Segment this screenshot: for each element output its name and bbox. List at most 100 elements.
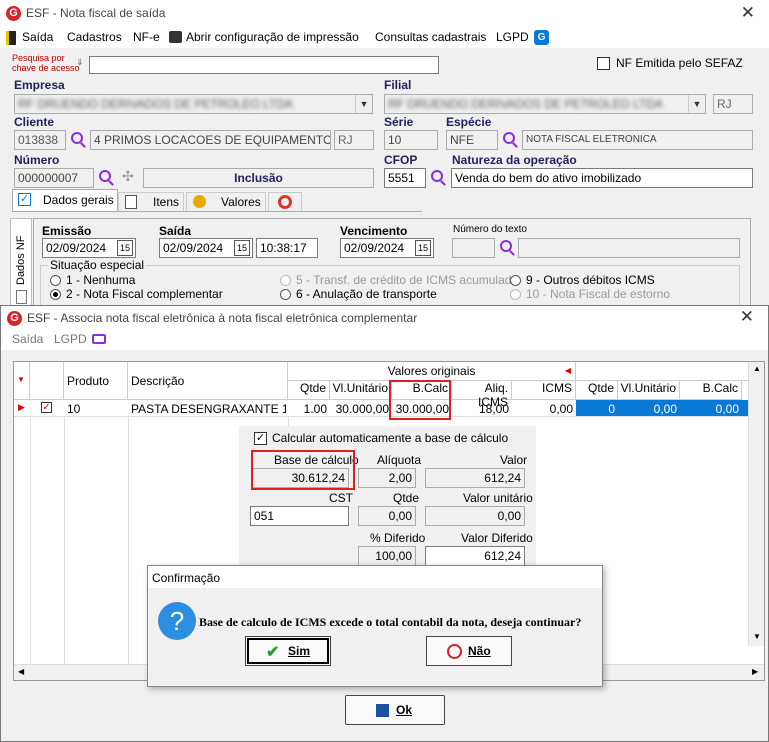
grid-vertical-scrollbar[interactable]: ▲ ▼ — [748, 362, 764, 646]
col-qtde-label: Qtde — [299, 381, 326, 395]
calc-auto-checkbox[interactable]: ✓ — [254, 432, 267, 445]
especie-desc-field: NOTA FISCAL ELETRONICA — [522, 130, 753, 150]
tab-itens[interactable]: Itens — [118, 192, 184, 212]
col-bcalc-2[interactable]: B.Calc — [680, 381, 742, 400]
tab-dados-gerais[interactable]: ✓ Dados gerais — [12, 189, 118, 212]
col-vl-unitario[interactable]: Vl.Unitário — [330, 381, 392, 400]
nf-emitida-checkbox[interactable] — [597, 57, 610, 70]
chevron-down-icon[interactable]: ▼ — [355, 95, 372, 113]
assoc-menu-lgpd[interactable]: LGPD — [54, 332, 87, 346]
close-icon[interactable]: ✕ — [740, 307, 754, 327]
search-chave-input[interactable] — [89, 56, 439, 74]
row-produto: 10 — [67, 402, 81, 416]
scroll-right-icon[interactable]: ▶ — [752, 667, 758, 676]
row-qtde-2[interactable]: 0 — [576, 402, 615, 416]
col-qtde[interactable]: Qtde — [288, 381, 330, 400]
sort-left-icon: ◀ — [564, 366, 571, 375]
situacao-opt-5: 5 - Transf. de crédito de ICMS acumulado — [296, 273, 519, 287]
situacao-radio-2[interactable] — [50, 289, 61, 300]
especie-search-icon[interactable] — [503, 132, 515, 144]
situacao-radio-6[interactable] — [280, 289, 291, 300]
tab-bar-line — [12, 211, 422, 212]
situacao-radio-1[interactable] — [50, 275, 61, 286]
col-vl-unitario-label: Vl.Unitário — [332, 381, 388, 395]
situacao-radio-10[interactable] — [510, 289, 521, 300]
col-vl-unitario-2[interactable]: Vl.Unitário — [618, 381, 680, 400]
close-icon[interactable]: ✕ — [741, 3, 755, 23]
search-label-1: Pesquisa por — [12, 53, 65, 63]
row-selected-area[interactable]: 0 0,00 0,00 — [576, 400, 764, 416]
tab-extra[interactable] — [268, 192, 302, 212]
col-icms[interactable]: ICMS — [512, 381, 576, 400]
vencimento-calendar-icon[interactable]: 15 — [415, 240, 431, 256]
menu-cadastros[interactable]: Cadastros — [67, 30, 122, 44]
cst-field[interactable]: 051 — [250, 506, 349, 526]
numero-field[interactable]: 000000007 — [14, 168, 94, 188]
menu-consultas-cadastrais[interactable]: Consultas cadastrais — [375, 30, 486, 44]
valor-unit-field[interactable]: 0,00 — [425, 506, 525, 526]
highlight-base-calc — [251, 450, 355, 490]
aliquota-field[interactable]: 2,00 — [358, 468, 416, 488]
col-qtde-2[interactable]: Qtde — [576, 381, 618, 400]
grid-indicator-header: ▼ — [14, 362, 30, 400]
main-window-title: ESF - Nota fiscal de saída — [26, 6, 166, 20]
sort-down-icon: ▼ — [17, 375, 25, 384]
col-produto[interactable]: Produto — [64, 362, 128, 400]
ok-button[interactable]: Ok — [345, 695, 445, 725]
menu-saida[interactable]: Saída — [22, 30, 53, 44]
natureza-field[interactable]: Venda do bem do ativo imobilizado — [451, 168, 753, 188]
plus-icon[interactable]: ✣ — [122, 168, 134, 185]
no-button[interactable]: Não — [426, 636, 512, 666]
menu-nfe[interactable]: NF-e — [133, 30, 160, 44]
valor-diferido-field[interactable]: 612,24 — [425, 546, 525, 566]
saida-calendar-icon[interactable]: 15 — [234, 240, 250, 256]
numero-texto-label: Número do texto — [453, 224, 527, 235]
ok-label: Ok — [396, 703, 413, 717]
row-qtde: 1.00 — [303, 402, 327, 416]
row-icms: 0,00 — [549, 402, 573, 416]
numero-texto-search-icon[interactable] — [500, 240, 512, 252]
situacao-radio-5[interactable] — [280, 275, 291, 286]
yes-button[interactable]: ✔ Sim — [245, 636, 331, 666]
scroll-down-icon[interactable]: ▼ — [753, 632, 761, 641]
numero-search-icon[interactable] — [99, 170, 111, 182]
especie-code-field[interactable]: NFE — [446, 130, 498, 150]
menu-lgpd[interactable]: LGPD — [496, 30, 529, 44]
situacao-opt-1: 1 - Nenhuma — [66, 273, 136, 287]
scroll-up-icon[interactable]: ▲ — [753, 364, 761, 373]
tab-valores[interactable]: Valores — [186, 192, 266, 212]
scroll-left-icon[interactable]: ◀ — [18, 667, 24, 676]
novos-valores-header — [576, 362, 764, 381]
assoc-window-title: ESF - Associa nota fiscal eletrônica à n… — [27, 311, 418, 325]
col-aliq-icms[interactable]: Aliq. ICMS — [452, 381, 512, 409]
assoc-menu-saida[interactable]: Saída — [12, 332, 43, 346]
menu-abrir-config-impressao[interactable]: Abrir configuração de impressão — [186, 30, 359, 44]
valor-diferido-label: Valor Diferido — [461, 531, 533, 545]
emissao-calendar-icon[interactable]: 15 — [117, 240, 133, 256]
empresa-value: RF DRUENDO DERIVADOS DE PETROLEO LTDA — [18, 97, 293, 111]
saida-time-field[interactable]: 10:38:17 — [256, 238, 318, 258]
cliente-name-field: 4 PRIMOS LOCACOES DE EQUIPAMENTOS LTI — [90, 130, 331, 150]
cliente-search-icon[interactable] — [71, 132, 83, 144]
row-descricao: PASTA DESENGRAXANTE 1... — [131, 402, 286, 416]
serie-label: Série — [384, 115, 414, 129]
confirm-message: Base de calculo de ICMS excede o total c… — [199, 615, 582, 629]
numero-texto-field[interactable] — [452, 238, 495, 258]
filial-select[interactable]: RF DRUENDO DERIVADOS DE PETROLEO LTDA ▼ — [384, 94, 706, 114]
serie-field[interactable]: 10 — [384, 130, 438, 150]
cfop-search-icon[interactable] — [431, 170, 443, 182]
situacao-radio-9[interactable] — [510, 275, 521, 286]
empresa-select[interactable]: RF DRUENDO DERIVADOS DE PETROLEO LTDA ▼ — [14, 94, 373, 114]
row-vl-unit-2[interactable]: 0,00 — [618, 402, 677, 416]
cliente-code-field[interactable]: 013838 — [14, 130, 66, 150]
pct-diferido-field[interactable]: 100,00 — [358, 546, 416, 566]
valor-field[interactable]: 612,24 — [425, 468, 525, 488]
col-bcalc-2-label: B.Calc — [702, 381, 738, 395]
row-bcalc-2[interactable]: 0,00 — [680, 402, 739, 416]
qtde-field[interactable]: 0,00 — [358, 506, 416, 526]
row-select-checkbox[interactable]: ✓ — [41, 402, 52, 413]
no-sign-icon — [278, 195, 292, 209]
cfop-field[interactable]: 5551 — [384, 168, 426, 188]
chevron-down-icon[interactable]: ▼ — [688, 95, 705, 113]
col-descricao[interactable]: Descrição — [128, 362, 288, 400]
